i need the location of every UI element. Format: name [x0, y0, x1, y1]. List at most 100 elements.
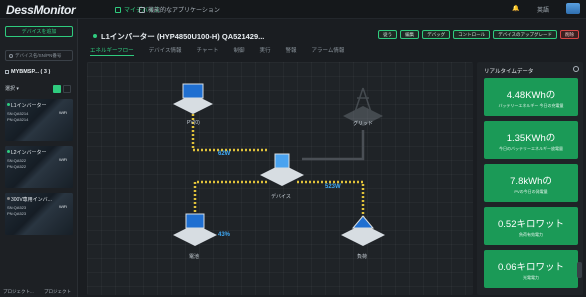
offline-status-icon: [7, 197, 10, 200]
tab-energy-flow[interactable]: エネルギーフロー: [90, 46, 134, 56]
group-label: MYBMSP... ( 3 ): [11, 69, 51, 75]
grid-label: グリッド: [353, 121, 374, 127]
flow-diagram: [173, 83, 385, 246]
grid-flow-line: [302, 130, 365, 161]
stat-card: 4.48KWhのバッテリーエネルギー 今日の充電量: [484, 78, 578, 116]
battery-icon: [185, 213, 205, 229]
stat-card: 1.35KWhの今日のバッテリーエネルギー放電量: [484, 121, 578, 159]
device-sn: SN:QA523: [7, 205, 27, 210]
battery-percent-value: 43%: [218, 232, 231, 238]
top-bar: DessMonitor マイデバイス 機能的なアプリケーション 🔔 英語: [0, 0, 586, 19]
device-name: L1インバーター: [11, 103, 47, 109]
folder-icon: [5, 69, 9, 74]
stat-card: 7.8kWhの PVの今日の発電量: [484, 164, 578, 202]
grid-view-icon[interactable]: [63, 85, 71, 93]
project-right-label: プロジェクト: [44, 289, 71, 294]
language-selector[interactable]: 英語: [537, 5, 549, 14]
search-placeholder: デバイス名/SN/PN番号: [15, 52, 62, 58]
debug-label: デバッグ: [427, 31, 446, 37]
device-pn: PN:QA522: [7, 164, 27, 169]
list-view-icon[interactable]: [53, 85, 61, 93]
house-icon: [351, 215, 375, 229]
scrollbar[interactable]: [577, 262, 582, 278]
project-link-right[interactable]: プロジェクト: [44, 289, 71, 295]
online-status-icon: [93, 34, 97, 38]
logo-text: DessMonitor: [6, 3, 76, 17]
logo[interactable]: DessMonitor: [6, 3, 76, 17]
add-device-label: デバイスを追加: [21, 29, 57, 35]
battery-flow-line: [193, 180, 267, 220]
bell-icon[interactable]: 🔔: [512, 5, 519, 12]
follow-button[interactable]: 従う: [378, 30, 398, 39]
control-label: コントロール: [458, 31, 486, 37]
energy-flow-canvas: PV(0) グリッド デバイス 電池 負荷 62W 523W 43%: [87, 62, 473, 295]
search-icon: [9, 54, 13, 58]
project-link-left[interactable]: プロジェクト...: [3, 289, 34, 295]
device-header: L1インバーター (HYP4850U100-H) QA521429... 従う …: [82, 25, 583, 44]
pv-label: PV(0): [187, 120, 200, 126]
tab-chart[interactable]: チャート: [197, 46, 219, 56]
wifi-label: WiFi: [59, 157, 67, 162]
edit-button[interactable]: 編集: [400, 30, 420, 39]
group-header[interactable]: MYBMSP... ( 3 ): [5, 69, 50, 75]
select-label: 選択: [5, 86, 16, 92]
device-card[interactable]: 300V専用インバ... SN:QA523 PN:QA523 WiFi: [5, 193, 73, 235]
avatar[interactable]: [566, 3, 580, 14]
battery-node[interactable]: [173, 213, 217, 246]
stat-label: 光電電力: [523, 275, 539, 280]
realtime-title: リアルタイムデータ: [484, 69, 534, 75]
load-node[interactable]: [341, 215, 385, 246]
device-card[interactable]: L2インバーター SN:QA522 PN:QA522 WiFi: [5, 146, 73, 188]
nav-applications-label: 機能的なアプリケーション: [148, 8, 220, 14]
add-device-button[interactable]: デバイスを追加: [5, 26, 73, 37]
tab-bar: エネルギーフロー デバイス情報 チャート 制御 実行 警報 アラーム情報: [82, 46, 482, 56]
device-search-input[interactable]: デバイス名/SN/PN番号: [5, 50, 73, 61]
stat-card: 0.06キロワット光電電力: [484, 250, 578, 288]
apps-icon: [139, 6, 145, 13]
nav-applications[interactable]: 機能的なアプリケーション: [139, 5, 220, 14]
lang-label: 英語: [537, 8, 550, 14]
online-status-icon: [7, 103, 10, 106]
solar-panel-icon: [182, 83, 204, 99]
delete-button[interactable]: 削除: [560, 30, 579, 39]
stat-value: 1.35KWhの: [506, 133, 556, 144]
device-card[interactable]: L1インバーター SN:QA5214 PN:QA5214 WiFi: [5, 99, 73, 141]
stat-value: 0.52キロワット: [498, 219, 564, 230]
control-button[interactable]: コントロール: [453, 30, 491, 39]
pv-flow-line: [191, 110, 267, 152]
action-buttons: 従う 編集 デバッグ コントロール デバイスのアップグレード 削除: [378, 30, 579, 39]
pv-node[interactable]: [173, 83, 213, 114]
device-icon: [115, 6, 121, 13]
gear-icon[interactable]: [573, 66, 579, 72]
device-sn: SN:QA5214: [7, 111, 29, 116]
tab-alarm-info[interactable]: アラーム情報: [312, 46, 345, 56]
device-name: L2インバーター: [11, 150, 47, 156]
follow-label: 従う: [383, 31, 393, 37]
load-label: 負荷: [357, 254, 368, 260]
tab-alarm[interactable]: 警報: [286, 46, 297, 56]
edit-label: 編集: [405, 31, 415, 37]
load-power-value: 523W: [325, 184, 341, 190]
debug-button[interactable]: デバッグ: [422, 30, 451, 39]
wifi-label: WiFi: [59, 204, 67, 209]
stat-label: PVの今日の発電量: [514, 189, 548, 194]
delete-label: 削除: [565, 31, 574, 37]
device-label: デバイス: [271, 194, 291, 200]
stat-label: バッテリーエネルギー 今日の充電量: [498, 103, 564, 108]
stat-value: 0.06キロワット: [498, 262, 564, 273]
tab-execute[interactable]: 実行: [259, 46, 270, 56]
upgrade-label: デバイスのアップグレード: [498, 31, 552, 37]
battery-label: 電池: [189, 254, 200, 260]
select-dropdown[interactable]: 選択 ▾: [5, 85, 19, 92]
project-left-label: プロジェクト...: [3, 289, 34, 294]
stat-card: 0.52キロワット負荷有効電力: [484, 207, 578, 245]
upgrade-button[interactable]: デバイスのアップグレード: [493, 30, 557, 39]
stat-label: 今日のバッテリーエネルギー放電量: [499, 146, 563, 151]
device-pn: PN:QA523: [7, 211, 27, 216]
pv-power-value: 62W: [218, 151, 231, 157]
tab-device-info[interactable]: デバイス情報: [149, 46, 182, 56]
stat-label: 負荷有効電力: [519, 232, 543, 237]
tab-control[interactable]: 制御: [233, 46, 244, 56]
stat-value: 4.48KWhの: [506, 90, 556, 101]
online-status-icon: [7, 150, 10, 153]
